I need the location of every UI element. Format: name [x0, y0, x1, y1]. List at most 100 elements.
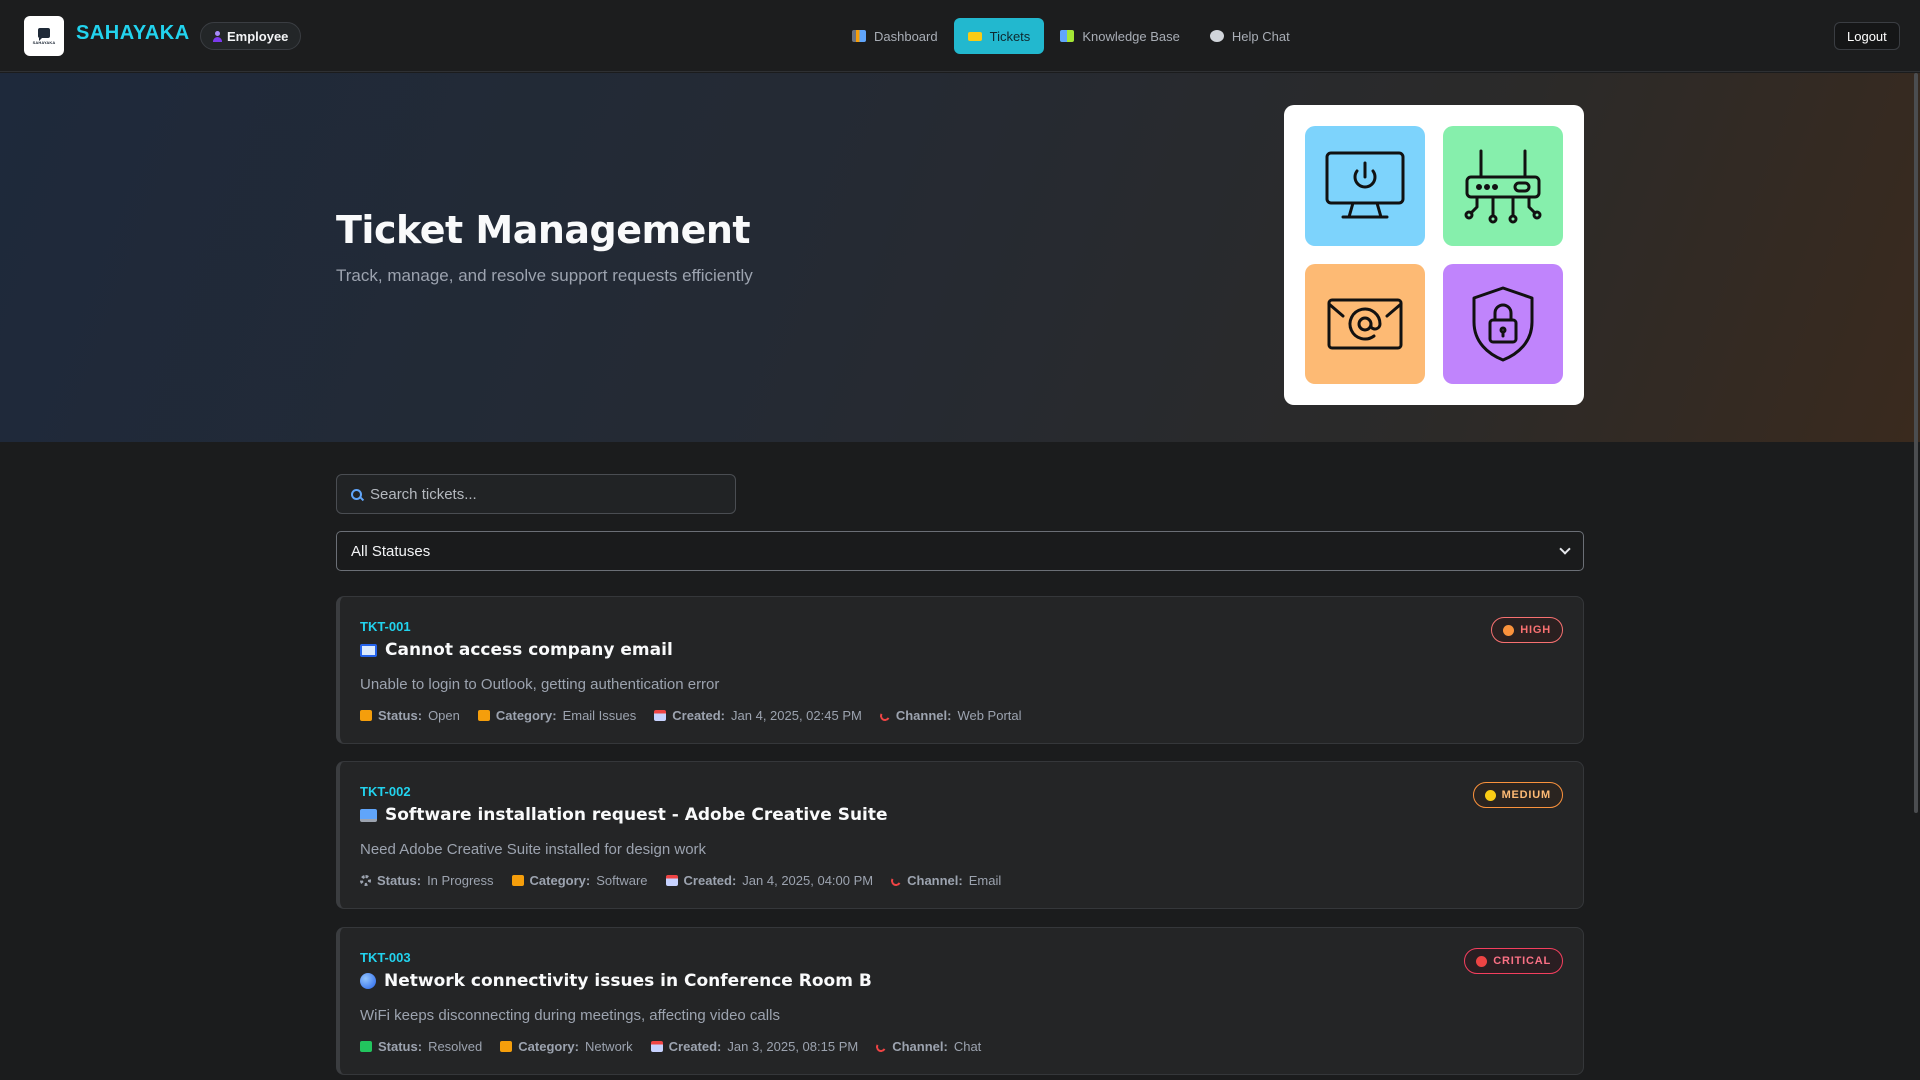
priority-label: MEDIUM: [1501, 789, 1551, 801]
status-label: Status:: [378, 708, 423, 723]
priority-badge: MEDIUM: [1472, 782, 1563, 808]
role-label: Employee: [227, 28, 289, 44]
search-icon: [351, 488, 362, 500]
nav-knowledge-base-label: Knowledge Base: [1082, 28, 1180, 44]
calendar-icon: [654, 710, 667, 721]
category-label: Category:: [518, 1039, 579, 1054]
app-logo[interactable]: SAHAYAKA: [24, 16, 64, 56]
created-label: Created:: [668, 1039, 722, 1054]
ticket-description: WiFi keeps disconnecting during meetings…: [360, 1007, 780, 1024]
ticket-meta: Status: Resolved Category: Network Creat…: [360, 1039, 981, 1054]
search-input[interactable]: [370, 485, 710, 503]
ticket-created: Created: Jan 3, 2025, 08:15 PM: [650, 1039, 859, 1054]
ticket-title-text: Software installation request - Adobe Cr…: [385, 805, 888, 825]
brand-name: SAHAYAKA: [76, 22, 190, 44]
ticket-meta: Status: Open Category: Email Issues Crea…: [360, 708, 1022, 723]
category-value: Email Issues: [562, 708, 637, 723]
folder-icon: [500, 1041, 513, 1052]
ticket-channel: Channel: Chat: [875, 1039, 982, 1054]
priority-badge: CRITICAL: [1464, 948, 1563, 974]
folder-icon: [477, 710, 490, 721]
ticket-title-text: Network connectivity issues in Conferenc…: [384, 971, 872, 991]
status-value: Open: [428, 708, 460, 723]
created-value: Jan 4, 2025, 02:45 PM: [731, 708, 862, 723]
email-at-icon: [1305, 264, 1425, 384]
phone-icon: [889, 874, 903, 887]
ticket-status: Status: Resolved: [360, 1039, 482, 1054]
main-nav: Dashboard Tickets Knowledge Base Help Ch…: [838, 18, 1306, 54]
books-icon: [1060, 30, 1075, 42]
hero-banner: Ticket Management Track, manage, and res…: [0, 73, 1920, 442]
nav-knowledge-base[interactable]: Knowledge Base: [1046, 18, 1194, 54]
created-label: Created:: [672, 708, 726, 723]
ticket-id: TKT-002: [360, 784, 411, 799]
page-title: Ticket Management: [336, 208, 751, 252]
channel-value: Chat: [953, 1039, 982, 1054]
channel-label: Channel:: [907, 873, 963, 888]
folder-icon: [511, 875, 524, 886]
category-label: Category:: [495, 708, 557, 723]
status-value: In Progress: [427, 873, 494, 888]
ticket-description: Need Adobe Creative Suite installed for …: [360, 841, 707, 858]
channel-label: Channel:: [895, 708, 952, 723]
ticket-meta: Status: In Progress Category: Software C…: [360, 873, 1001, 888]
priority-dot-icon: [1476, 955, 1488, 967]
created-value: Jan 4, 2025, 04:00 PM: [742, 873, 874, 888]
priority-label: HIGH: [1520, 624, 1551, 636]
ticket-title: Software installation request - Adobe Cr…: [360, 805, 888, 825]
category-value: Software: [596, 873, 648, 888]
phone-icon: [875, 1040, 888, 1053]
ticket-created: Created: Jan 4, 2025, 02:45 PM: [654, 708, 862, 723]
check-icon: [360, 1041, 372, 1052]
nav-help-chat[interactable]: Help Chat: [1196, 18, 1304, 54]
nav-dashboard[interactable]: Dashboard: [838, 18, 952, 54]
search-box[interactable]: [336, 474, 736, 514]
ticket-category: Category: Software: [511, 873, 648, 888]
ticket-created: Created: Jan 4, 2025, 04:00 PM: [665, 873, 874, 888]
globe-icon: [360, 973, 376, 989]
ticket-card[interactable]: TKT-002 Software installation request - …: [336, 761, 1584, 909]
priority-dot-icon: [1503, 624, 1515, 636]
ticket-category: Category: Email Issues: [477, 708, 637, 723]
ticket-status: Status: In Progress: [360, 873, 494, 888]
ticket-channel: Channel: Web Portal: [878, 708, 1022, 723]
person-icon: [213, 30, 222, 42]
priority-badge: HIGH: [1491, 617, 1563, 643]
category-label: Category:: [529, 873, 591, 888]
role-badge: Employee: [200, 22, 302, 50]
ticket-card[interactable]: TKT-003 Network connectivity issues in C…: [336, 927, 1584, 1075]
monitor-power-icon: [1305, 126, 1425, 246]
router-icon: [1443, 126, 1563, 246]
ticket-category: Category: Network: [500, 1039, 633, 1054]
calendar-icon: [650, 1041, 663, 1052]
page-subtitle: Track, manage, and resolve support reque…: [336, 266, 753, 285]
page-scrollbar[interactable]: [1914, 73, 1918, 813]
priority-dot-icon: [1484, 789, 1496, 801]
ticket-card[interactable]: TKT-001 Cannot access company email Unab…: [336, 596, 1584, 744]
priority-label: CRITICAL: [1493, 955, 1551, 967]
speech-bubble-icon: [1209, 30, 1224, 42]
created-label: Created:: [683, 873, 737, 888]
calendar-icon: [665, 875, 678, 886]
logo-text: SAHAYAKA: [32, 39, 56, 45]
status-label: Status:: [378, 1039, 423, 1054]
ticket-description: Unable to login to Outlook, getting auth…: [360, 676, 720, 693]
ticket-title: Network connectivity issues in Conferenc…: [360, 971, 872, 991]
nav-help-chat-label: Help Chat: [1231, 28, 1290, 44]
channel-value: Web Portal: [957, 708, 1022, 723]
ticket-channel: Channel: Email: [889, 873, 1001, 888]
email-icon: [360, 643, 377, 657]
shield-lock-icon: [1443, 264, 1563, 384]
chat-logo-icon: [38, 27, 50, 41]
created-value: Jan 3, 2025, 08:15 PM: [727, 1039, 859, 1054]
unlocked-icon: [360, 710, 372, 721]
category-value: Network: [584, 1039, 633, 1054]
status-filter-select[interactable]: All Statuses: [336, 531, 1584, 571]
ticket-title: Cannot access company email: [360, 640, 673, 660]
top-navbar: SAHAYAKA SAHAYAKA Employee Dashboard Tic…: [0, 0, 1920, 72]
ticket-id: TKT-003: [360, 950, 411, 965]
status-label: Status:: [377, 873, 422, 888]
logout-button[interactable]: Logout: [1834, 22, 1900, 50]
nav-tickets[interactable]: Tickets: [953, 18, 1045, 54]
hero-illustration: [1284, 105, 1584, 405]
